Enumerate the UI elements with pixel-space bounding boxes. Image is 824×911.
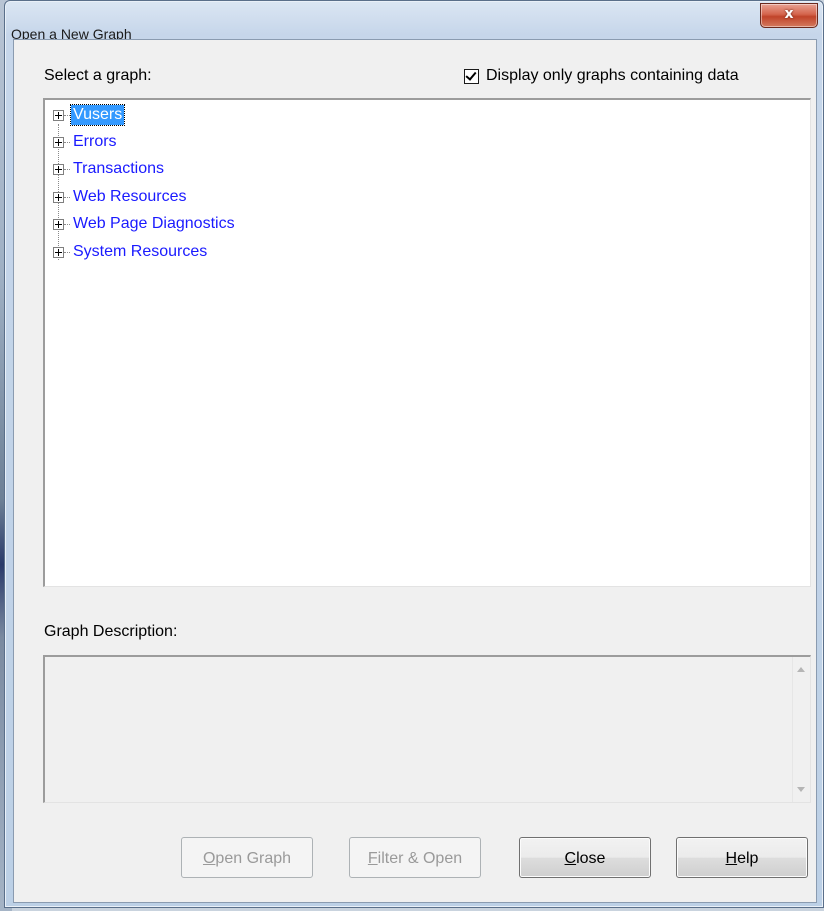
select-graph-label: Select a graph: — [44, 67, 152, 84]
close-button[interactable]: Close — [519, 837, 651, 878]
tree-connector — [64, 168, 70, 170]
filter-open-mnemonic: F — [367, 850, 378, 867]
graph-description-label: Graph Description: — [44, 623, 178, 640]
expand-plus-icon[interactable] — [53, 136, 64, 148]
help-label: elp — [737, 850, 759, 867]
open-graph-button[interactable]: Open Graph — [181, 837, 313, 878]
tree-connector — [64, 114, 70, 116]
close-icon: x — [784, 6, 794, 22]
tree-item-system-resources[interactable]: System Resources — [53, 241, 209, 263]
tree-item-transactions[interactable]: Transactions — [53, 158, 166, 180]
tree-connector — [64, 141, 70, 143]
help-button[interactable]: Help — [676, 837, 808, 878]
tree-item-label[interactable]: Transactions — [71, 159, 166, 179]
tree-item-label[interactable]: Vusers — [69, 104, 126, 126]
open-graph-label: pen Graph — [215, 850, 292, 867]
tree-item-errors[interactable]: Errors — [53, 131, 119, 153]
expand-plus-icon[interactable] — [53, 191, 64, 203]
tree-item-label[interactable]: Errors — [71, 132, 119, 152]
filter-open-button[interactable]: Filter & Open — [349, 837, 481, 878]
description-scrollbar[interactable] — [792, 657, 810, 802]
tree-item-label[interactable]: System Resources — [71, 242, 209, 262]
checkbox-checked-icon[interactable] — [464, 68, 479, 84]
tree-connector — [64, 196, 70, 198]
expand-plus-icon[interactable] — [53, 218, 64, 230]
close-mnemonic: C — [564, 850, 577, 867]
help-mnemonic: H — [725, 850, 738, 867]
close-window-button[interactable]: x — [760, 3, 818, 28]
scroll-up-arrow-icon[interactable] — [797, 667, 805, 672]
tree-item-web-page-diagnostics[interactable]: Web Page Diagnostics — [53, 213, 237, 235]
graph-description-box[interactable] — [43, 655, 811, 803]
tree-item-vusers[interactable]: Vusers — [53, 104, 126, 126]
display-only-data-label: Display only graphs containing data — [486, 67, 739, 84]
scroll-down-arrow-icon[interactable] — [797, 787, 805, 792]
display-only-data-checkbox[interactable]: Display only graphs containing data — [464, 66, 739, 86]
tree-connector — [64, 223, 70, 225]
expand-plus-icon[interactable] — [53, 246, 64, 258]
tree-item-label[interactable]: Web Resources — [71, 187, 189, 207]
open-graph-mnemonic: O — [202, 850, 216, 867]
expand-plus-icon[interactable] — [53, 163, 64, 175]
dialog-body: Select a graph: Display only graphs cont… — [13, 39, 817, 903]
tree-connector — [64, 251, 70, 253]
tree-item-web-resources[interactable]: Web Resources — [53, 186, 189, 208]
tree-item-label[interactable]: Web Page Diagnostics — [71, 214, 237, 234]
dialog-window: Open a New Graph x Select a graph: Displ… — [4, 0, 824, 908]
title-bar[interactable]: Open a New Graph x — [5, 1, 823, 42]
filter-open-label: ilter & Open — [377, 850, 463, 867]
expand-plus-icon[interactable] — [53, 109, 64, 121]
close-label: lose — [576, 850, 606, 867]
graph-tree[interactable]: Vusers Errors Transactions Web Resources — [43, 98, 811, 587]
